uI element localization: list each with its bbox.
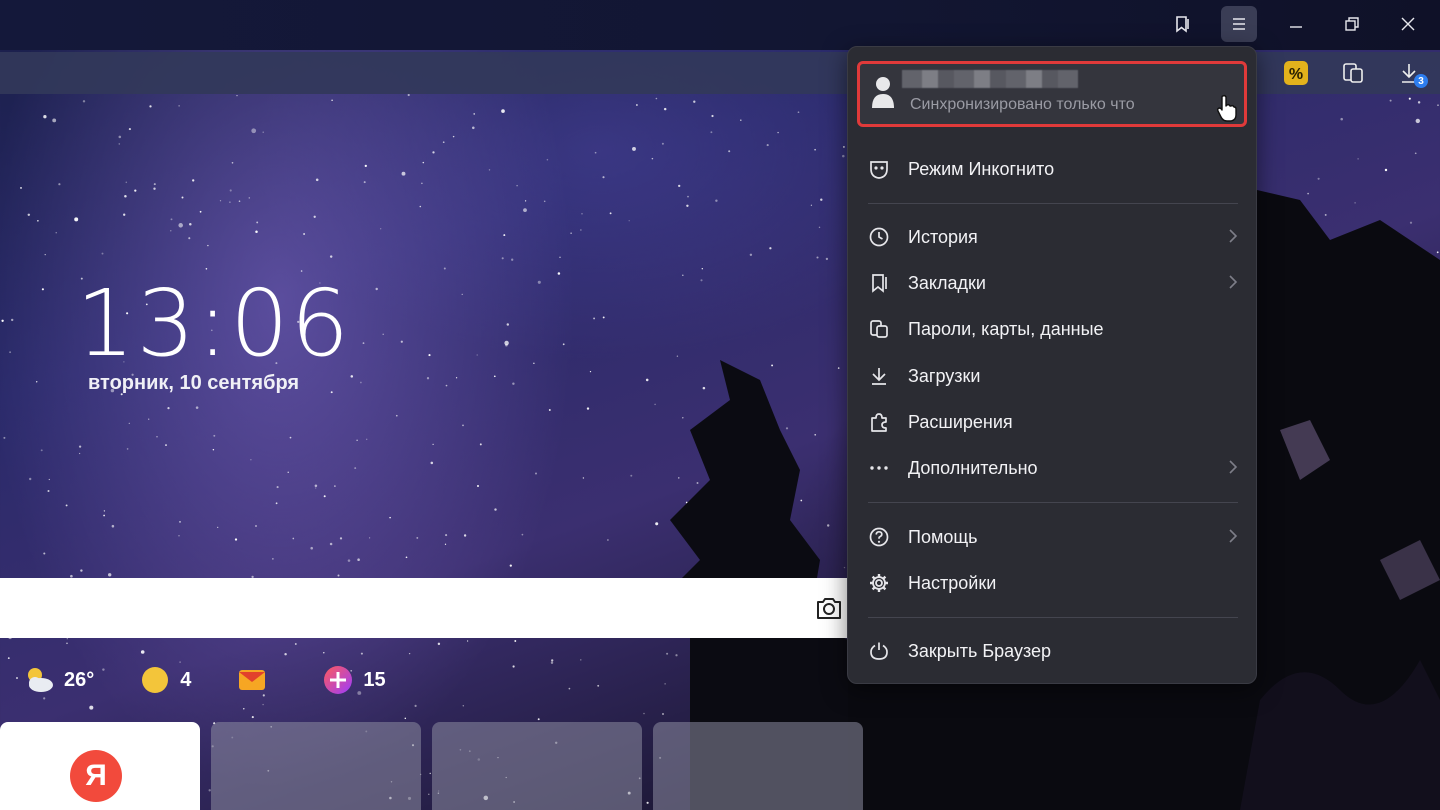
downloads-button[interactable]: 3 (1394, 58, 1428, 88)
more-dots-icon (870, 466, 888, 470)
weather-temp: 26° (64, 668, 95, 691)
profile-sync-card[interactable]: Синхронизировано только что (857, 61, 1247, 127)
menu-item-settings[interactable]: Настройки (848, 560, 1256, 606)
mail-icon (239, 670, 266, 690)
minimize-icon (1290, 26, 1302, 28)
menu-item-label: Настройки (908, 573, 997, 593)
settings-gear-icon (870, 574, 888, 592)
traffic-score: 4 (180, 668, 192, 691)
close-icon (1401, 17, 1415, 31)
user-avatar-icon (872, 77, 894, 108)
bookmarks-icon (1176, 16, 1189, 33)
menu-item-bookmarks[interactable]: Закладки (848, 260, 1256, 306)
menu-item-label: Закрыть Браузер (908, 641, 1052, 661)
extensions-puzzle-icon (871, 413, 887, 432)
clock-date: вторник, 10 сентября (88, 372, 300, 394)
menu-item-label: Режим Инкогнито (908, 159, 1055, 179)
download-icon (872, 368, 886, 385)
menu-item-close-browser[interactable]: Закрыть Браузер (848, 628, 1256, 674)
incognito-mask-icon (870, 161, 888, 179)
passwords-cards-icon (1343, 63, 1363, 83)
downloads-count-badge: 3 (1414, 74, 1428, 88)
camera-search-icon[interactable] (814, 594, 844, 622)
menu-item-incognito[interactable]: Режим Инкогнито (848, 146, 1256, 192)
menu-separator (868, 617, 1238, 618)
chevron-right-icon (1229, 460, 1238, 474)
menu-item-label: История (908, 227, 978, 247)
tile-2[interactable] (211, 722, 421, 810)
menu-separator (868, 502, 1238, 503)
browser-main-menu: Синхронизировано только что Режим Инкогн… (847, 46, 1257, 684)
percent-discount-icon: % (1284, 61, 1308, 85)
bookmarks-panel-button[interactable] (1165, 6, 1201, 42)
menu-item-label: Помощь (908, 527, 978, 547)
passwords-button[interactable] (1338, 58, 1368, 88)
clock-time: 13:06 (76, 270, 352, 377)
main-menu-button[interactable] (1221, 6, 1257, 42)
chevron-right-icon (1229, 529, 1238, 543)
menu-item-history[interactable]: История (848, 214, 1256, 260)
traffic-icon (142, 667, 169, 693)
passwords-cards-icon (870, 320, 888, 338)
menu-item-extensions[interactable]: Расширения (848, 399, 1256, 445)
menu-item-label: Пароли, карты, данные (908, 319, 1104, 339)
plus-points-icon (324, 666, 353, 694)
traffic-widget[interactable]: 4 (138, 663, 191, 697)
hand-cursor-icon (1216, 94, 1237, 122)
history-clock-icon (869, 227, 889, 247)
cashback-button[interactable]: % (1281, 58, 1311, 88)
menu-item-more[interactable]: Дополнительно (848, 445, 1256, 491)
menu-item-passwords[interactable]: Пароли, карты, данные (848, 306, 1256, 352)
sync-status: Синхронизировано только что (910, 96, 1135, 113)
weather-cloud-sun-icon (28, 668, 53, 692)
menu-item-label: Закладки (908, 273, 986, 293)
menu-item-downloads[interactable]: Загрузки (848, 353, 1256, 399)
tile-3[interactable] (432, 722, 642, 810)
svg-text:%: % (1289, 66, 1303, 83)
menu-item-label: Загрузки (908, 366, 981, 386)
weather-widget[interactable]: 26° (22, 663, 94, 697)
menu-item-label: Расширения (908, 412, 1013, 432)
widgets-row: 26° 4 15 (22, 662, 430, 698)
mail-widget[interactable] (235, 663, 277, 697)
minimize-button[interactable] (1278, 6, 1314, 42)
yandex-logo-icon: Я (70, 750, 122, 802)
power-icon (870, 642, 888, 660)
profile-name-blurred (902, 70, 1078, 88)
restore-button[interactable] (1334, 6, 1370, 42)
search-bar[interactable] (0, 578, 848, 638)
chevron-right-icon (1229, 275, 1238, 289)
plus-widget[interactable]: 15 (321, 663, 386, 697)
menu-item-label: Дополнительно (908, 458, 1038, 478)
help-question-icon (869, 527, 889, 547)
menu-separator (868, 203, 1238, 204)
chevron-right-icon (1229, 229, 1238, 243)
hamburger-icon (1233, 18, 1245, 30)
menu-item-help[interactable]: Помощь (848, 514, 1256, 560)
bookmarks-icon (872, 274, 887, 293)
restore-icon (1345, 17, 1359, 31)
tile-yandex[interactable]: Я (0, 722, 200, 810)
close-window-button[interactable] (1390, 6, 1426, 42)
plus-points-value: 15 (363, 668, 386, 691)
tile-4[interactable] (653, 722, 863, 810)
